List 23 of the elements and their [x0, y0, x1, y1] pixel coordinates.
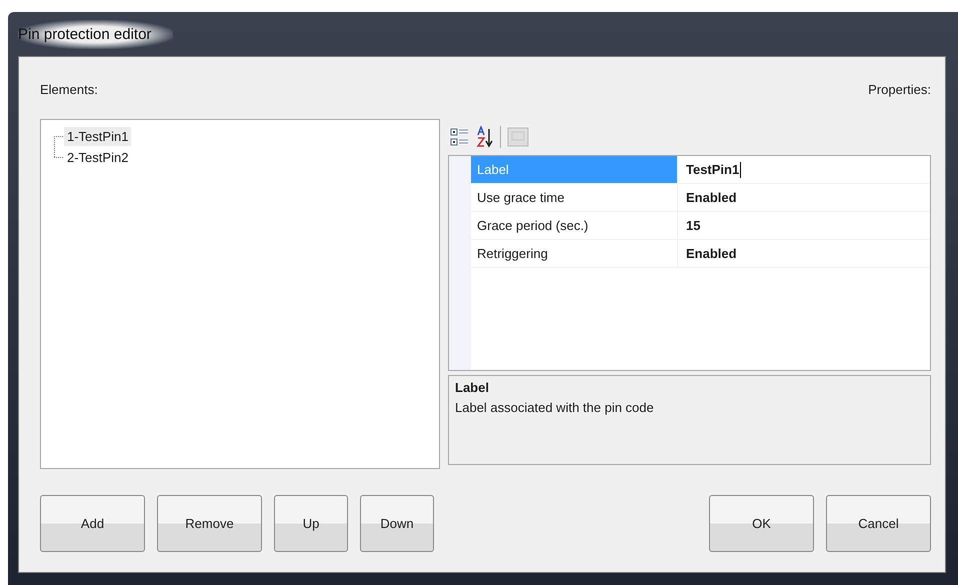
- categorized-icon[interactable]: [450, 127, 470, 147]
- sort-alphabetical-icon[interactable]: [476, 126, 494, 148]
- property-value[interactable]: Enabled: [678, 184, 930, 211]
- elements-label: Elements:: [40, 82, 98, 96]
- tree-item[interactable]: 2-TestPin2: [64, 148, 132, 167]
- property-name[interactable]: Retriggering: [471, 240, 678, 267]
- window-title: Pin protection editor: [18, 20, 174, 48]
- property-value[interactable]: 15: [678, 212, 930, 239]
- property-name[interactable]: Grace period (sec.): [471, 212, 678, 239]
- description-text: Label associated with the pin code: [455, 400, 655, 415]
- property-value[interactable]: Enabled: [678, 240, 930, 267]
- action-button[interactable]: Up: [274, 495, 348, 552]
- properties-label: Properties:: [868, 82, 931, 96]
- action-button[interactable]: Down: [360, 495, 434, 552]
- property-name[interactable]: Use grace time: [471, 184, 678, 211]
- tree-lines-drawing: [54, 136, 63, 158]
- description-title: Label: [455, 380, 490, 395]
- action-button[interactable]: Remove: [157, 495, 262, 552]
- action-button[interactable]: Add: [40, 495, 145, 552]
- property-value[interactable]: TestPin1: [678, 156, 930, 183]
- dialog-button[interactable]: OK: [709, 495, 814, 552]
- tree-item[interactable]: 1-TestPin1: [64, 127, 132, 146]
- dialog-button[interactable]: Cancel: [826, 495, 931, 552]
